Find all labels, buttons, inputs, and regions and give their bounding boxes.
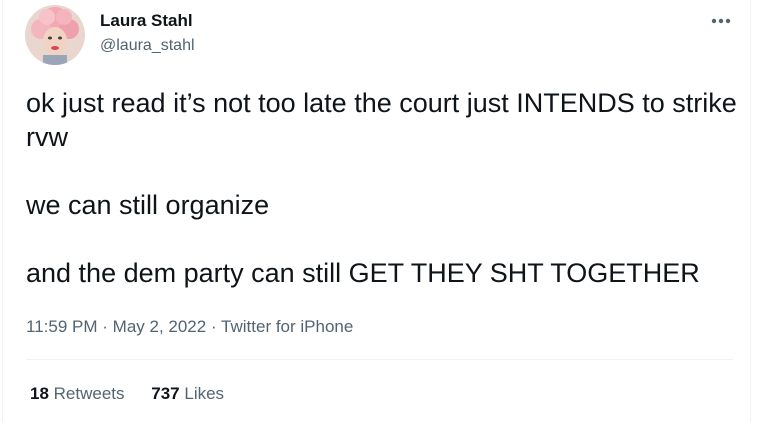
author-handle[interactable]: @laura_stahl xyxy=(100,37,195,55)
meta-separator: · xyxy=(210,317,217,336)
more-options-button[interactable] xyxy=(707,10,735,32)
tweet-stats: 18 Retweets 737 Likes xyxy=(30,384,224,404)
likes-count: 737 xyxy=(151,384,180,403)
tweet-source[interactable]: Twitter for iPhone xyxy=(221,317,353,336)
tweet-card: Laura Stahl @laura_stahl ok just read it… xyxy=(2,0,751,422)
likes-label: Likes xyxy=(184,384,225,403)
tweet-text: ok just read it’s not too late the court… xyxy=(26,86,741,290)
retweets-count: 18 xyxy=(30,384,49,403)
meta-separator: · xyxy=(102,317,108,336)
likes-stat[interactable]: 737 Likes xyxy=(151,384,224,404)
tweet-metadata: 11:59 PM · May 2, 2022 · Twitter for iPh… xyxy=(26,317,353,337)
author-display-name[interactable]: Laura Stahl xyxy=(100,11,193,31)
tweet-paragraph: and the dem party can still GET THEY SHT… xyxy=(26,258,700,288)
avatar-photo xyxy=(25,5,85,65)
tweet-timestamp-time[interactable]: 11:59 PM xyxy=(26,317,98,336)
retweets-stat[interactable]: 18 Retweets xyxy=(30,384,125,404)
avatar[interactable] xyxy=(25,5,85,65)
tweet-paragraph: we can still organize xyxy=(26,190,270,220)
tweet-paragraph: ok just read it’s not too late the court… xyxy=(26,88,737,152)
more-options-icon xyxy=(711,18,731,24)
retweets-label: Retweets xyxy=(53,384,125,403)
tweet-timestamp-date[interactable]: May 2, 2022 xyxy=(113,317,207,336)
divider xyxy=(26,359,733,360)
